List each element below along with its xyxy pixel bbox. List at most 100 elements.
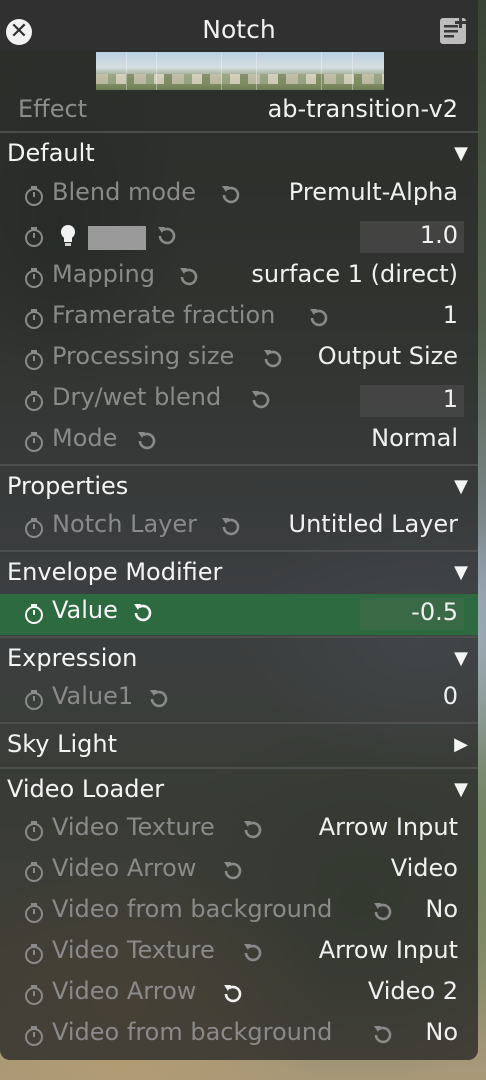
effect-row: Effect ab-transition-v2 (0, 90, 478, 130)
prop-label: Processing size (52, 342, 235, 370)
section-video-loader[interactable]: Video Loader ▼ (0, 767, 478, 811)
reset-icon[interactable] (220, 981, 246, 1007)
prop-value1[interactable]: Value1 0 (0, 680, 478, 721)
stopwatch-icon[interactable] (22, 901, 46, 925)
prop-color[interactable]: 1.0 (0, 217, 478, 258)
stopwatch-icon[interactable] (22, 307, 46, 331)
effect-value[interactable]: ab-transition-v2 (268, 95, 458, 123)
notes-add-icon[interactable] (438, 16, 470, 46)
prop-label: Video Texture (52, 936, 215, 964)
stopwatch-icon[interactable] (22, 1024, 46, 1048)
title-bar: ✕ Notch (0, 0, 478, 50)
section-properties[interactable]: Properties ▼ (0, 464, 478, 508)
prop-label: Video Arrow (52, 977, 197, 1005)
prop-value[interactable]: Premult-Alpha (289, 178, 458, 206)
reset-icon[interactable] (248, 387, 274, 413)
reset-icon[interactable] (176, 264, 202, 290)
prop-value[interactable]: Output Size (318, 342, 458, 370)
triangle-down-icon[interactable]: ▼ (454, 562, 468, 583)
prop-value[interactable]: Video (391, 854, 458, 882)
stopwatch-icon[interactable] (22, 602, 46, 626)
reset-icon[interactable] (260, 346, 286, 372)
dry-wet-field[interactable]: 1 (360, 385, 464, 417)
section-properties-title: Properties (7, 472, 129, 500)
envelope-value-field[interactable]: -0.5 (360, 598, 464, 630)
stopwatch-icon[interactable] (22, 942, 46, 966)
triangle-down-icon[interactable]: ▼ (454, 648, 468, 669)
prop-label: Framerate fraction (52, 301, 276, 329)
section-expression[interactable]: Expression ▼ (0, 636, 478, 680)
triangle-down-icon[interactable]: ▼ (454, 779, 468, 800)
section-default-title: Default (7, 139, 95, 167)
prop-label: Video from background (52, 895, 333, 923)
prop-value[interactable]: No (425, 895, 458, 923)
section-envelope-modifier[interactable]: Envelope Modifier ▼ (0, 550, 478, 594)
prop-video-arrow-2[interactable]: Video Arrow Video 2 (0, 975, 478, 1016)
reset-icon[interactable] (134, 428, 160, 454)
effect-label: Effect (18, 95, 88, 123)
stopwatch-icon[interactable] (22, 184, 46, 208)
prop-video-from-background-2[interactable]: Video from background No (0, 1016, 478, 1057)
prop-value[interactable]: Arrow Input (319, 813, 458, 841)
prop-dry-wet-blend[interactable]: Dry/wet blend 1 (0, 381, 478, 422)
prop-label: Notch Layer (52, 510, 197, 538)
stopwatch-icon[interactable] (22, 430, 46, 454)
reset-icon[interactable] (218, 182, 244, 208)
lightbulb-icon (58, 223, 78, 249)
triangle-right-icon[interactable]: ▶ (454, 734, 468, 755)
prop-video-arrow[interactable]: Video Arrow Video (0, 852, 478, 893)
reset-icon[interactable] (220, 858, 246, 884)
stopwatch-icon[interactable] (22, 389, 46, 413)
prop-value[interactable]: 0 (443, 682, 458, 710)
reset-icon[interactable] (240, 940, 266, 966)
stopwatch-icon[interactable] (22, 516, 46, 540)
prop-value[interactable]: surface 1 (direct) (251, 260, 458, 288)
prop-value[interactable]: Normal (371, 424, 458, 452)
stopwatch-icon[interactable] (22, 348, 46, 372)
prop-mapping[interactable]: Mapping surface 1 (direct) (0, 258, 478, 299)
prop-video-from-background[interactable]: Video from background No (0, 893, 478, 934)
prop-value[interactable]: Untitled Layer (289, 510, 458, 538)
stopwatch-icon[interactable] (22, 983, 46, 1007)
prop-envelope-value[interactable]: Value -0.5 (0, 594, 478, 635)
prop-value: -0.5 (411, 598, 458, 626)
reset-icon[interactable] (370, 899, 396, 925)
reset-icon[interactable] (306, 305, 332, 331)
stopwatch-icon[interactable] (22, 688, 46, 712)
reset-icon[interactable] (154, 223, 180, 249)
reset-icon[interactable] (146, 686, 172, 712)
prop-mode[interactable]: Mode Normal (0, 422, 478, 463)
section-sky-light[interactable]: Sky Light ▶ (0, 722, 478, 766)
prop-label: Blend mode (52, 178, 197, 206)
prop-label: Video Arrow (52, 854, 197, 882)
triangle-down-icon[interactable]: ▼ (454, 476, 468, 497)
prop-processing-size[interactable]: Processing size Output Size (0, 340, 478, 381)
color-intensity-field[interactable]: 1.0 (360, 221, 464, 253)
section-default[interactable]: Default ▼ (0, 131, 478, 175)
stopwatch-icon[interactable] (22, 225, 46, 249)
prop-framerate-fraction[interactable]: Framerate fraction 1 (0, 299, 478, 340)
prop-value[interactable]: Video 2 (368, 977, 458, 1005)
prop-value[interactable]: No (425, 1018, 458, 1046)
prop-notch-layer[interactable]: Notch Layer Untitled Layer (0, 508, 478, 549)
prop-label: Video Texture (52, 813, 215, 841)
prop-value[interactable]: Arrow Input (319, 936, 458, 964)
stopwatch-icon[interactable] (22, 860, 46, 884)
prop-blend-mode[interactable]: Blend mode Premult-Alpha (0, 176, 478, 217)
triangle-down-icon[interactable]: ▼ (454, 143, 468, 164)
reset-icon[interactable] (130, 600, 156, 626)
preview-thumbnail (96, 52, 384, 90)
section-envelope-title: Envelope Modifier (7, 558, 223, 586)
color-swatch[interactable] (88, 226, 146, 250)
stopwatch-icon[interactable] (22, 266, 46, 290)
effect-panel: ✕ Notch Effect ab-transition-v2 Default … (0, 0, 478, 1060)
prop-video-texture[interactable]: Video Texture Arrow Input (0, 811, 478, 852)
prop-label: Value1 (52, 682, 134, 710)
reset-icon[interactable] (370, 1022, 396, 1048)
stopwatch-icon[interactable] (22, 819, 46, 843)
section-skylight-title: Sky Light (7, 730, 118, 758)
reset-icon[interactable] (240, 817, 266, 843)
reset-icon[interactable] (218, 514, 244, 540)
prop-value[interactable]: 1 (443, 301, 458, 329)
prop-video-texture-2[interactable]: Video Texture Arrow Input (0, 934, 478, 975)
